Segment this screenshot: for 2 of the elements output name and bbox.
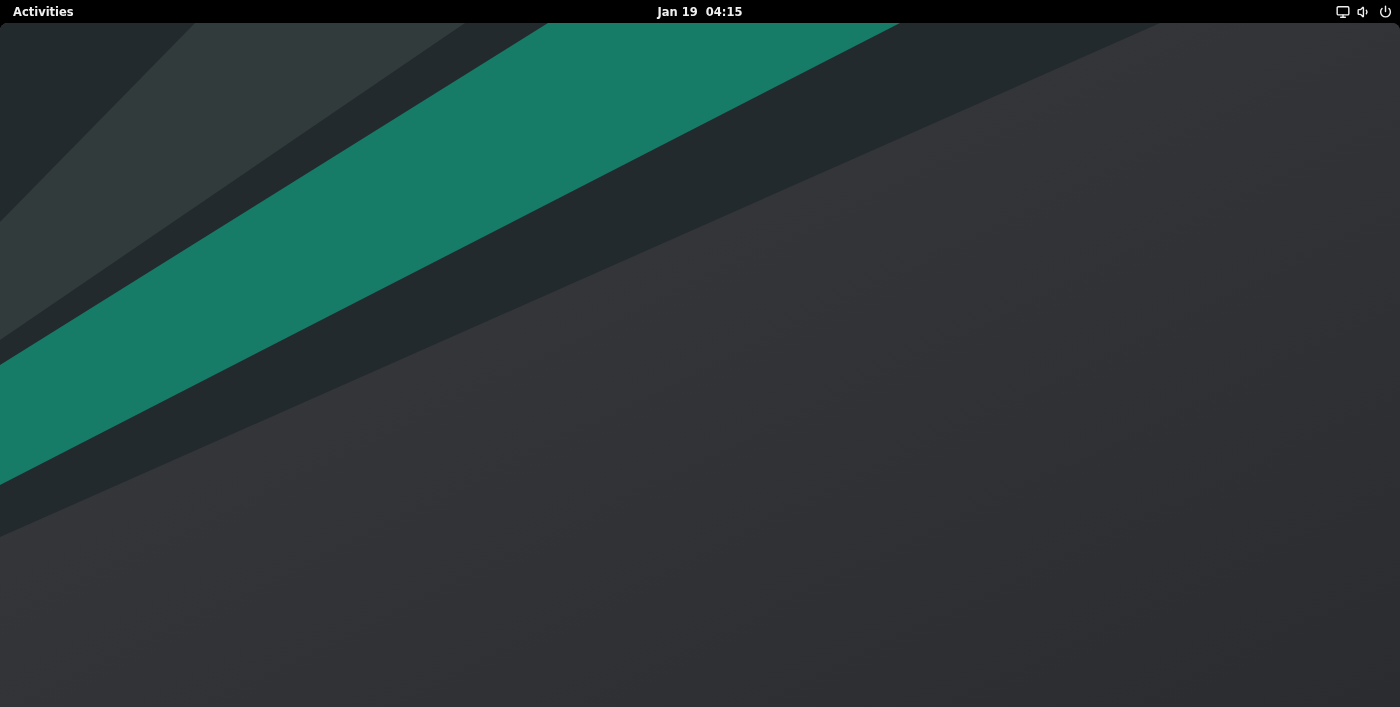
clock-button[interactable]: Jan 19 04:15 — [651, 1, 749, 22]
activities-button[interactable]: Activities — [7, 1, 80, 22]
